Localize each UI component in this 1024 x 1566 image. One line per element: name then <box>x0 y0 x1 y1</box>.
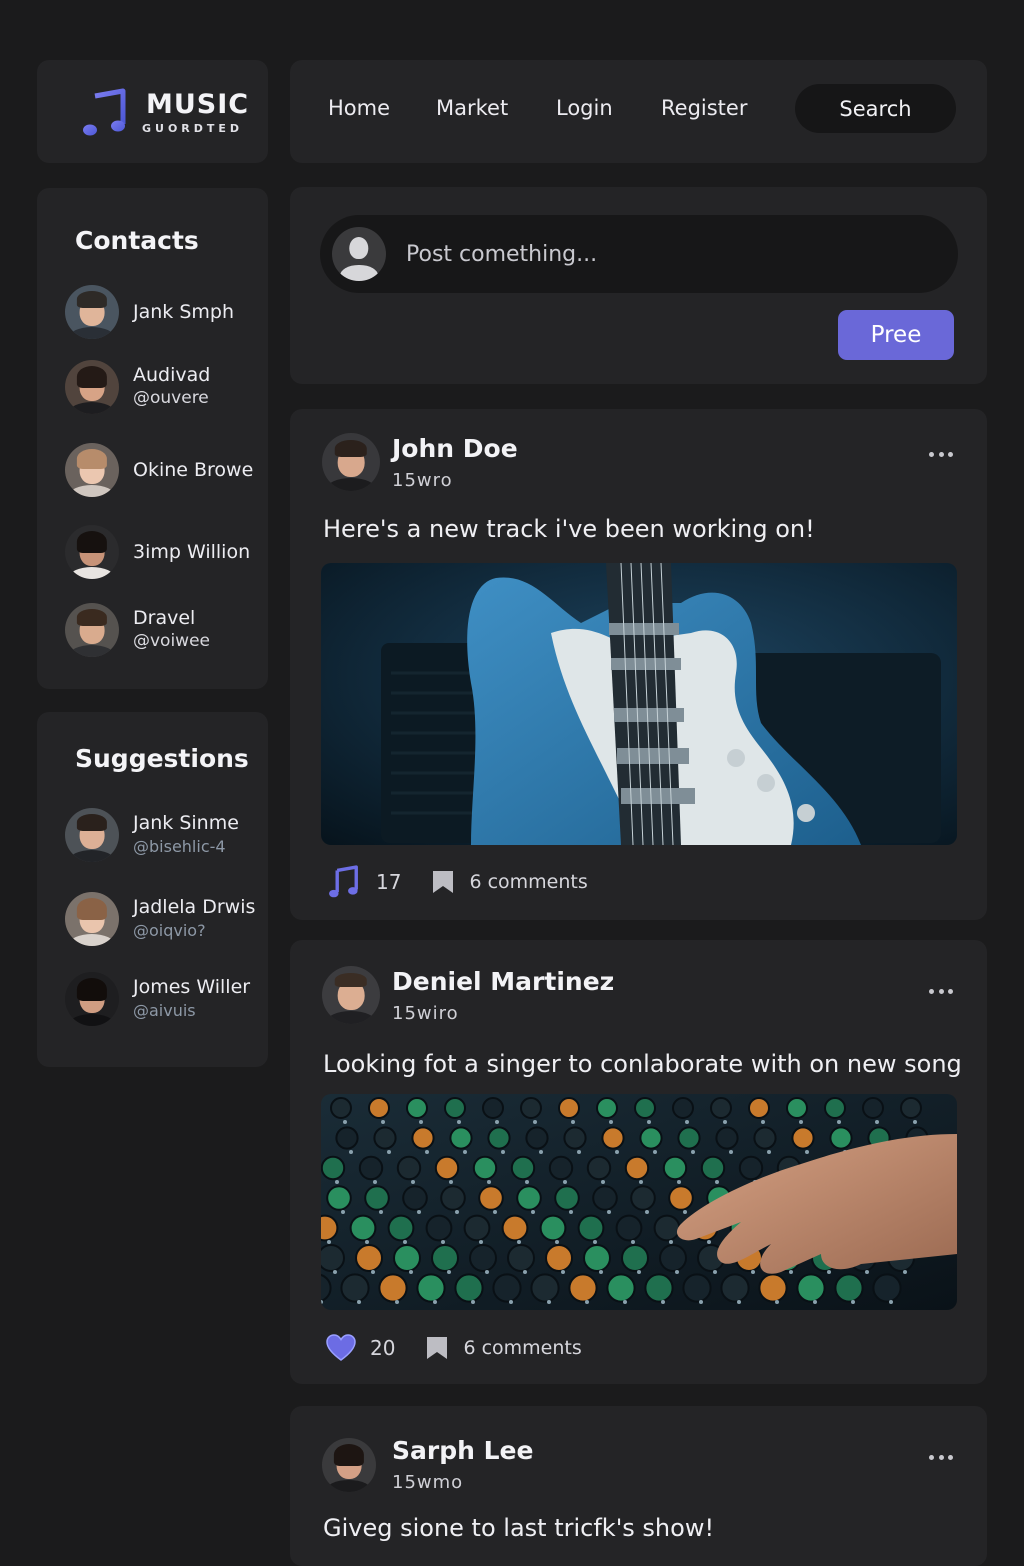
contact-name: Audivad <box>133 364 211 386</box>
suggestion-item[interactable]: Jank Sinme @bisehlic-4 <box>65 808 265 862</box>
comment-bookmark-icon[interactable] <box>431 869 455 895</box>
post-card: John Doe 15wro Here's a new track i've b… <box>290 409 987 920</box>
post-time: 15wro <box>392 469 453 491</box>
suggestion-handle: @bisehlic-4 <box>133 837 226 856</box>
comment-count[interactable]: 6 comments <box>469 871 587 893</box>
avatar <box>65 808 119 862</box>
contacts-title: Contacts <box>75 226 199 255</box>
nav-login-link[interactable]: Login <box>556 96 613 120</box>
top-nav: Home Market Login Register Search <box>290 60 987 163</box>
user-avatar-icon <box>332 227 386 281</box>
comment-count[interactable]: 6 comments <box>463 1337 581 1359</box>
post-actions: 17 6 comments <box>326 865 588 899</box>
post-header: John Doe 15wro <box>322 433 518 491</box>
post-time: 15wiro <box>392 1002 459 1024</box>
search-button[interactable]: Search <box>795 84 956 133</box>
avatar <box>65 360 119 414</box>
contact-handle: @ouvere <box>133 388 209 408</box>
suggestion-name: Jank Sinme <box>133 812 239 834</box>
nav-market-link[interactable]: Market <box>436 96 508 120</box>
author-name[interactable]: Sarph Lee <box>392 1436 533 1466</box>
post-card: Sarph Lee 15wmo Giveg sione to last tric… <box>290 1406 987 1566</box>
post-text: Looking fot a singer to conlaborate with… <box>323 1050 962 1078</box>
like-count: 17 <box>376 870 402 894</box>
brand: MUSIC GUORDTED <box>142 89 250 136</box>
post-text: Giveg sione to last tricfk's show! <box>323 1514 715 1542</box>
contact-name: Dravel <box>133 607 196 629</box>
post-text: Here's a new track i've been working on! <box>323 515 815 543</box>
nav-register-link[interactable]: Register <box>661 96 747 120</box>
post-input[interactable]: Post comething... <box>320 215 958 293</box>
suggestion-handle: @oiqvio? <box>133 921 206 940</box>
more-options-icon[interactable] <box>929 449 953 459</box>
nav-home-link[interactable]: Home <box>328 96 390 120</box>
author-avatar[interactable] <box>322 1437 376 1492</box>
contact-item[interactable]: Dravel @voiwee <box>65 603 265 657</box>
brand-title: MUSIC <box>146 89 250 120</box>
author-name[interactable]: Deniel Martinez <box>392 967 614 997</box>
post-card: Deniel Martinez 15wiro Looking fot a sin… <box>290 940 987 1384</box>
contact-name: 3imp Willion <box>133 540 251 563</box>
suggestion-item[interactable]: Jomes Willer @aivuis <box>65 972 265 1026</box>
avatar <box>65 892 119 946</box>
author-avatar[interactable] <box>322 433 380 491</box>
author-name[interactable]: John Doe <box>392 434 518 464</box>
contact-name: Okine Browe <box>133 458 254 481</box>
brand-subtitle: GUORDTED <box>142 122 244 135</box>
contact-name: Jank Smph <box>133 300 235 323</box>
music-note-icon <box>83 88 126 136</box>
post-time: 15wmo <box>392 1472 464 1493</box>
comment-bookmark-icon[interactable] <box>425 1335 449 1361</box>
music-note-icon[interactable] <box>326 865 362 899</box>
contact-item[interactable]: Audivad @ouvere <box>65 360 265 414</box>
suggestions-panel: Suggestions Jank Sinme @bisehlic-4 Jadlel… <box>37 712 268 1067</box>
more-options-icon[interactable] <box>929 986 953 996</box>
like-count: 20 <box>370 1336 396 1360</box>
post-input-placeholder: Post comething... <box>406 241 598 267</box>
heart-icon[interactable] <box>326 1334 356 1362</box>
suggestion-name: Jomes Willer <box>133 976 251 998</box>
post-header: Sarph Lee 15wmo <box>322 1436 533 1493</box>
logo-card: MUSIC GUORDTED <box>37 60 268 163</box>
post-composer: Post comething... Pree <box>290 187 987 384</box>
contact-item[interactable]: Okine Browe <box>65 443 265 497</box>
contact-item[interactable]: Jank Smph <box>65 285 265 339</box>
suggestion-name: Jadlela Drwis <box>133 896 256 918</box>
avatar <box>65 443 119 497</box>
contact-handle: @voiwee <box>133 631 211 651</box>
post-header: Deniel Martinez 15wiro <box>322 966 614 1024</box>
contacts-panel: Contacts Jank Smph Audivad @ouvere Okine … <box>37 188 268 689</box>
contact-item[interactable]: 3imp Willion <box>65 525 265 579</box>
electric-guitar-image <box>321 563 957 845</box>
avatar <box>65 603 119 657</box>
avatar <box>65 525 119 579</box>
avatar <box>65 285 119 339</box>
avatar <box>65 972 119 1026</box>
post-button[interactable]: Pree <box>838 310 954 360</box>
more-options-icon[interactable] <box>929 1452 953 1462</box>
suggestion-handle: @aivuis <box>133 1001 196 1020</box>
mixing-console-image <box>321 1094 957 1310</box>
author-avatar[interactable] <box>322 966 380 1024</box>
post-actions: 20 6 comments <box>326 1334 582 1362</box>
suggestion-item[interactable]: Jadlela Drwis @oiqvio? <box>65 892 265 946</box>
suggestions-title: Suggestions <box>75 744 249 773</box>
